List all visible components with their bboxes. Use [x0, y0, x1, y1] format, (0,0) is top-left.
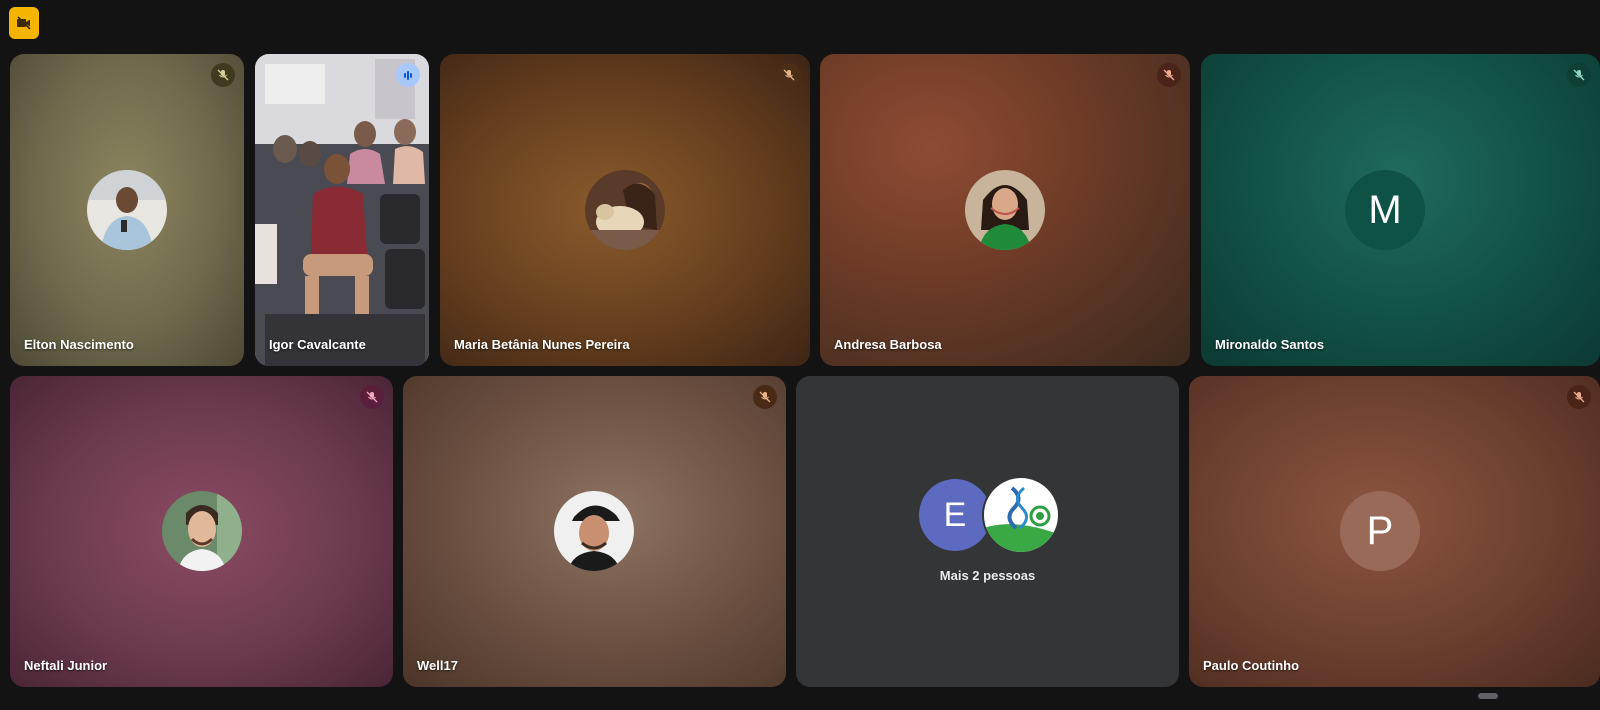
mic-off-icon	[753, 385, 777, 409]
initial-avatar: E	[919, 479, 991, 551]
participant-tile[interactable]: Andresa Barbosa	[820, 54, 1190, 366]
speaking-indicator-icon	[396, 63, 420, 87]
logo-avatar	[982, 476, 1060, 554]
camera-off-badge[interactable]	[9, 7, 39, 39]
participant-name: Maria Betânia Nunes Pereira	[454, 337, 630, 352]
participant-name: Mironaldo Santos	[1215, 337, 1325, 352]
avatar	[585, 170, 665, 250]
participant-name: Neftali Junior	[24, 658, 108, 673]
participant-tile[interactable]: Maria Betânia Nunes Pereira	[440, 54, 810, 366]
meeting-grid: Elton Nascimento Igor Cavalcante Maria B…	[0, 0, 1600, 710]
more-participants-tile[interactable]: E Mais 2 pessoas	[796, 376, 1179, 687]
initial-avatar: M	[1345, 170, 1425, 250]
participant-tile[interactable]: P Paulo Coutinho	[1189, 376, 1600, 687]
mic-off-icon	[1157, 63, 1181, 87]
participant-tile[interactable]: M Mironaldo Santos	[1201, 54, 1600, 366]
more-participants-label: Mais 2 pessoas	[939, 568, 1036, 583]
participant-tile[interactable]: Elton Nascimento	[10, 54, 244, 366]
participant-name: Andresa Barbosa	[834, 337, 942, 352]
participant-name: Paulo Coutinho	[1203, 658, 1300, 673]
mic-off-icon	[211, 63, 235, 87]
mic-off-icon	[1567, 63, 1591, 87]
mic-off-icon	[360, 385, 384, 409]
mic-off-icon	[777, 63, 801, 87]
avatar	[87, 170, 167, 250]
mic-off-icon	[1567, 385, 1591, 409]
participant-tile[interactable]: Neftali Junior	[10, 376, 393, 687]
participant-tile-speaking[interactable]: Igor Cavalcante	[255, 54, 429, 366]
initial-avatar: P	[1340, 491, 1420, 571]
video-feed	[255, 54, 429, 366]
participant-tile[interactable]: Well17	[403, 376, 786, 687]
scroll-indicator[interactable]	[1478, 693, 1498, 699]
avatar	[162, 491, 242, 571]
camera-off-icon	[17, 16, 31, 30]
avatar	[554, 491, 634, 571]
avatar	[965, 170, 1045, 250]
participant-name: Igor Cavalcante	[269, 337, 366, 352]
participant-name: Elton Nascimento	[24, 337, 134, 352]
participant-name: Well17	[417, 658, 458, 673]
